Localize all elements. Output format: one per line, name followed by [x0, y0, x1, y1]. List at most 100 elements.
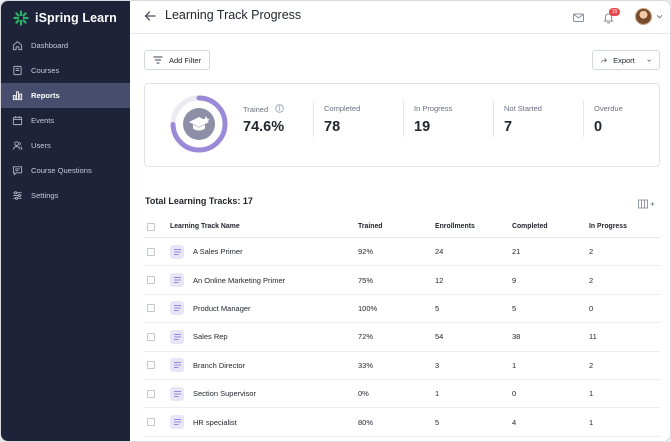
- column-header-enrollments[interactable]: Enrollments: [435, 223, 512, 230]
- enrollments-cell: 3: [435, 360, 440, 370]
- completed-cell: 9: [512, 275, 517, 285]
- table-row[interactable]: Section Supervisor 0% 1 0 1: [144, 380, 660, 409]
- avatar[interactable]: [635, 8, 652, 25]
- enrollments-cell: 5: [435, 303, 440, 313]
- in-progress-cell: 1: [589, 417, 594, 427]
- calendar-icon: [12, 116, 23, 126]
- track-name[interactable]: Section Supervisor: [193, 389, 256, 398]
- book-icon: [13, 65, 22, 76]
- in-progress-cell: 0: [589, 303, 594, 313]
- home-icon: [12, 41, 23, 51]
- row-checkbox[interactable]: [147, 361, 155, 370]
- track-name-cell: Product Manager: [170, 301, 358, 316]
- back-arrow-icon[interactable]: [143, 9, 157, 23]
- sidebar-item-courses[interactable]: Courses: [1, 58, 130, 83]
- row-checkbox[interactable]: [147, 389, 155, 398]
- trained-donut-chart: [170, 95, 228, 153]
- sidebar-item-course-questions[interactable]: Course Questions: [1, 158, 130, 183]
- sidebar-nav: Dashboard Courses Reports Events Users C…: [1, 33, 130, 208]
- sidebar-item-label: Reports: [31, 91, 60, 100]
- in-progress-cell: 2: [589, 247, 594, 257]
- learning-track-icon: [170, 273, 184, 288]
- add-filter-button[interactable]: Add Filter: [144, 50, 211, 70]
- track-name[interactable]: A Sales Primer: [193, 247, 243, 256]
- stat-completed-label: Completed: [324, 104, 361, 113]
- track-name[interactable]: An Online Marketing Primer: [193, 276, 285, 285]
- enrollments-cell: 5: [435, 417, 440, 427]
- table-row[interactable]: Product Manager 100% 5 5 0: [144, 295, 660, 324]
- trained-cell: 80%: [358, 417, 374, 427]
- stats-card: Trained 74.6% Completed 78 In Progress 1…: [144, 83, 660, 167]
- chevron-down-icon: [647, 59, 651, 62]
- stat-trained-label: Trained: [243, 104, 284, 114]
- column-header-completed[interactable]: Completed: [512, 223, 589, 230]
- enrollments-cell: 1: [435, 389, 440, 399]
- table-row[interactable]: Branch Director 33% 3 1 2: [144, 352, 660, 380]
- add-filter-label: Add Filter: [169, 55, 202, 65]
- divider: [313, 101, 314, 137]
- export-label: Export: [613, 55, 635, 65]
- completed-cell: 4: [512, 417, 517, 427]
- row-checkbox[interactable]: [147, 276, 155, 285]
- table-row[interactable]: A Sales Primer 92% 24 21 2: [144, 238, 660, 267]
- table-row[interactable]: An Online Marketing Primer 75% 12 9 2: [144, 266, 660, 295]
- row-checkbox[interactable]: [147, 247, 155, 256]
- sidebar-item-label: Course Questions: [31, 166, 92, 175]
- main-content: Learning Track Progress 15 Add Filter Ex…: [130, 1, 670, 441]
- column-header-trained[interactable]: Trained: [358, 223, 435, 230]
- sidebar-item-users[interactable]: Users: [1, 133, 130, 158]
- in-progress-cell: 2: [589, 275, 594, 285]
- track-name-cell: An Online Marketing Primer: [170, 273, 358, 288]
- completed-cell: 21: [512, 247, 521, 257]
- page-header: Learning Track Progress 15: [130, 1, 670, 34]
- notification-badge: 15: [609, 8, 620, 16]
- learning-track-icon: [170, 301, 184, 316]
- logo[interactable]: iSpring Learn: [13, 10, 117, 26]
- filter-icon: [153, 56, 163, 64]
- completed-cell: 1: [512, 360, 517, 370]
- sidebar-item-label: Events: [31, 116, 55, 125]
- learning-track-icon: [170, 415, 184, 430]
- app-window: iSpring Learn Dashboard Courses Reports …: [0, 0, 671, 442]
- stat-in-progress-value: 19: [414, 119, 431, 135]
- sidebar-item-label: Settings: [31, 191, 59, 200]
- row-checkbox[interactable]: [147, 304, 155, 313]
- ispring-logo-icon: [13, 10, 29, 26]
- in-progress-cell: 1: [589, 389, 594, 399]
- track-name[interactable]: Branch Director: [193, 361, 245, 370]
- total-tracks-label: Total Learning Tracks: 17: [145, 196, 253, 206]
- table-row[interactable]: HR specialist 80% 5 4 1: [144, 408, 660, 437]
- stat-completed-value: 78: [324, 119, 341, 135]
- track-name-cell: A Sales Primer: [170, 244, 358, 259]
- sidebar-item-dashboard[interactable]: Dashboard: [1, 33, 130, 58]
- mail-icon[interactable]: [572, 11, 585, 24]
- trained-cell: 0%: [358, 389, 369, 399]
- select-all-checkbox[interactable]: [147, 222, 155, 231]
- completed-cell: 5: [512, 303, 517, 313]
- track-name-cell: Section Supervisor: [170, 386, 358, 401]
- learning-track-icon: [170, 244, 184, 259]
- column-header-name[interactable]: Learning Track Name: [170, 223, 358, 230]
- row-checkbox[interactable]: [147, 332, 155, 341]
- export-button[interactable]: Export: [592, 50, 660, 70]
- app-name: iSpring Learn: [35, 11, 117, 25]
- divider: [493, 101, 494, 137]
- users-icon: [12, 141, 23, 150]
- table-row[interactable]: Sales Rep 72% 54 38 11: [144, 323, 660, 352]
- track-name[interactable]: HR specialist: [193, 418, 237, 427]
- sidebar-item-events[interactable]: Events: [1, 108, 130, 133]
- chevron-down-icon[interactable]: [656, 13, 663, 20]
- sidebar-item-reports[interactable]: Reports: [1, 83, 130, 108]
- completed-cell: 0: [512, 389, 517, 399]
- track-name[interactable]: Product Manager: [193, 304, 251, 313]
- stat-overdue-label: Overdue: [594, 104, 623, 113]
- stat-overdue-value: 0: [594, 119, 603, 135]
- track-name[interactable]: Sales Rep: [193, 332, 228, 341]
- info-icon[interactable]: [275, 104, 284, 113]
- in-progress-cell: 2: [589, 360, 594, 370]
- row-checkbox[interactable]: [147, 418, 155, 427]
- column-settings-icon[interactable]: [638, 199, 656, 209]
- track-name-cell: Sales Rep: [170, 329, 358, 344]
- column-header-in-progress[interactable]: In Progress: [589, 223, 649, 230]
- sidebar-item-settings[interactable]: Settings: [1, 183, 130, 208]
